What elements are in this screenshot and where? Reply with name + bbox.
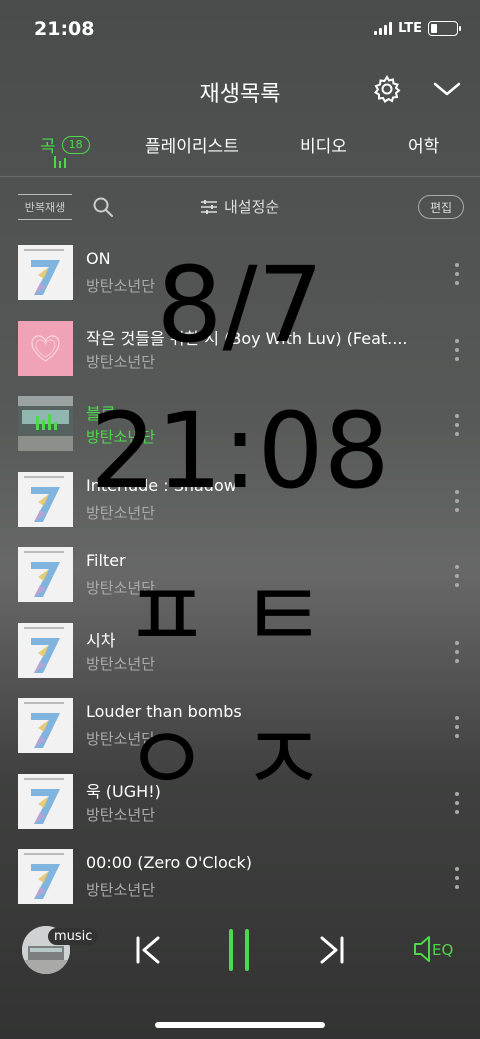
- speaker-icon: EQ: [414, 936, 453, 962]
- tab-bar: 곡 18 플레이리스트 비디오 어학: [0, 128, 480, 174]
- search-icon[interactable]: [92, 196, 114, 218]
- more-options-icon[interactable]: [450, 640, 464, 663]
- tab-songs-label: 곡: [40, 137, 56, 157]
- equalizer-icon: [54, 156, 66, 168]
- song-artist: 방탄소년단: [86, 805, 156, 824]
- album-art: [18, 698, 73, 753]
- album-art: [18, 849, 73, 904]
- signal-icon: [374, 22, 393, 35]
- song-list: ON 방탄소년단 작은 것들을 위한 시 (Boy With Luv) (Feat.…: [0, 237, 480, 917]
- sort-label: 내설정순: [224, 198, 280, 216]
- eq-button[interactable]: EQ: [412, 932, 462, 966]
- album-art: [18, 622, 73, 678]
- song-row[interactable]: 00:00 (Zero O'Clock) 방탄소년단: [0, 841, 480, 917]
- sliders-icon: [201, 199, 217, 214]
- song-artist: 방탄소년단: [86, 881, 156, 899]
- divider: [0, 176, 480, 177]
- status-icons: LTE: [374, 21, 461, 36]
- sort-button[interactable]: 내설정순: [200, 196, 279, 217]
- eq-label: EQ: [432, 941, 453, 959]
- battery-icon: [428, 21, 461, 36]
- song-artist: 방탄소년단: [86, 352, 156, 371]
- more-options-icon[interactable]: [450, 489, 464, 512]
- tab-language[interactable]: 어학: [408, 132, 439, 157]
- song-row[interactable]: 작은 것들을 위한 시 (Boy With Luv) (Feat.... 방탄소년…: [0, 313, 480, 389]
- song-title: 시차: [86, 630, 116, 650]
- song-row[interactable]: Filter 방탄소년단: [0, 539, 480, 615]
- song-title: Interlude : Shadow: [86, 475, 237, 495]
- song-row[interactable]: 시차방탄소년단: [0, 615, 480, 691]
- status-bar: 21:08 LTE: [0, 0, 480, 56]
- home-indicator[interactable]: [155, 1022, 325, 1028]
- song-row[interactable]: ON 방탄소년단: [0, 237, 480, 313]
- repeat-button[interactable]: 반복재생: [18, 194, 72, 220]
- song-row[interactable]: 블루방탄소년단: [0, 388, 480, 464]
- album-art: [18, 245, 73, 300]
- tab-video[interactable]: 비디오: [300, 132, 347, 157]
- song-artist: 방탄소년단: [86, 277, 156, 295]
- album-art: [18, 471, 73, 527]
- album-art: [18, 396, 73, 451]
- network-type: LTE: [398, 21, 422, 36]
- song-title: Louder than bombs: [86, 702, 242, 721]
- edit-button[interactable]: 편집: [418, 195, 464, 219]
- more-options-icon[interactable]: [450, 791, 464, 814]
- album-art: [18, 773, 73, 829]
- status-time: 21:08: [34, 18, 95, 40]
- song-count-badge: 18: [61, 135, 90, 154]
- song-artist: 방탄소년단: [86, 579, 156, 597]
- mini-player: music EQ: [0, 910, 480, 990]
- song-title: 00:00 (Zero O'Clock): [86, 853, 253, 872]
- tab-songs[interactable]: 곡 18: [40, 132, 90, 157]
- song-title: 작은 것들을 위한 시 (Boy With Luv) (Feat....: [86, 328, 408, 348]
- album-art: [18, 320, 73, 376]
- more-options-icon[interactable]: [450, 716, 464, 738]
- more-options-icon[interactable]: [450, 867, 464, 889]
- song-artist: 방탄소년단: [86, 730, 156, 748]
- album-art: [18, 547, 73, 602]
- song-title: Filter: [86, 551, 126, 570]
- song-artist: 방탄소년단: [86, 503, 156, 522]
- song-artist: 방탄소년단: [86, 428, 156, 446]
- more-options-icon[interactable]: [450, 414, 464, 436]
- more-options-icon[interactable]: [450, 338, 464, 361]
- song-title: ON: [86, 249, 111, 268]
- page-title: 재생목록: [199, 82, 281, 107]
- song-artist: 방탄소년단: [86, 654, 156, 673]
- more-options-icon[interactable]: [450, 263, 464, 285]
- header: 재생목록: [0, 64, 480, 114]
- more-options-icon[interactable]: [450, 565, 464, 587]
- gear-icon[interactable]: [372, 74, 402, 104]
- pause-icon[interactable]: [226, 928, 252, 972]
- song-row[interactable]: Louder than bombs 방탄소년단: [0, 690, 480, 766]
- song-row[interactable]: 욱 (UGH!) 방탄소년단: [0, 766, 480, 842]
- toolbar: 반복재생 내설정순 편집: [0, 190, 480, 226]
- tab-playlist[interactable]: 플레이리스트: [145, 132, 239, 157]
- next-icon[interactable]: [316, 934, 346, 966]
- song-row[interactable]: Interlude : Shadow 방탄소년단: [0, 464, 480, 540]
- music-tag: music: [48, 928, 99, 945]
- chevron-down-icon[interactable]: [432, 78, 462, 100]
- previous-icon[interactable]: [134, 934, 164, 966]
- song-title: 욱 (UGH!): [86, 781, 161, 801]
- song-title: 블루: [86, 404, 116, 423]
